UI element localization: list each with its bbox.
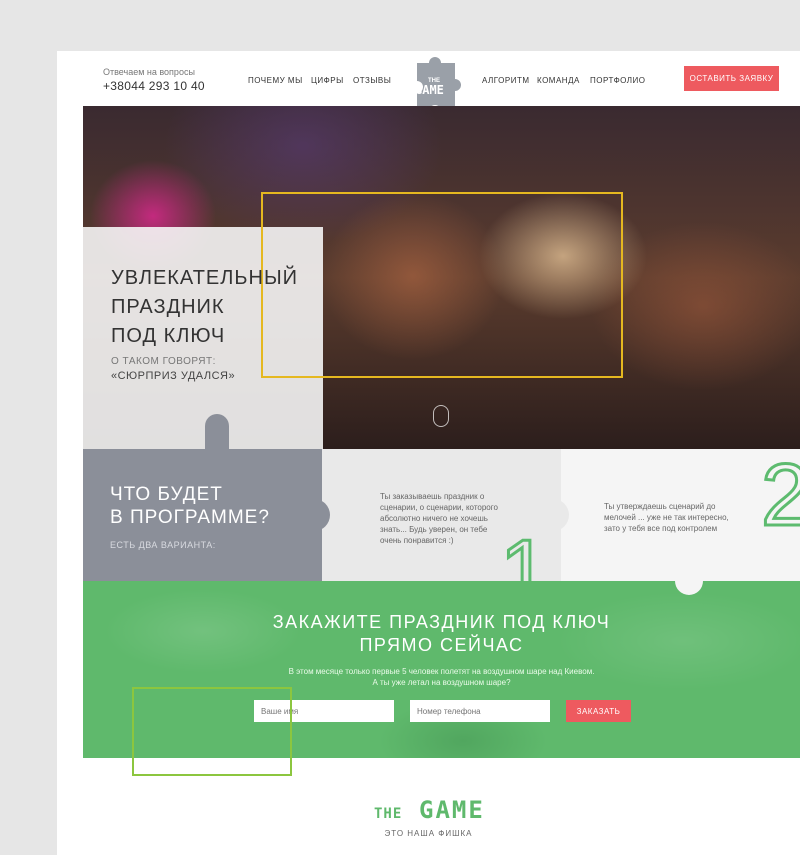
nav-team[interactable]: КОМАНДА: [537, 76, 580, 85]
order-offer-line: В этом месяце только первые 5 человек по…: [288, 667, 595, 676]
nav-why-us[interactable]: ПОЧЕМУ МЫ: [248, 76, 303, 85]
brand-tagline: ЭТО НАША ФИШКА: [384, 829, 473, 838]
option-1-number: 1: [499, 521, 551, 581]
program-title: ЧТО БУДЕТ В ПРОГРАММЕ?: [110, 483, 270, 529]
order-title: ЗАКАЖИТЕ ПРАЗДНИК ПОД КЛЮЧ ПРЯМО СЕЙЧАС: [83, 611, 800, 657]
nav-numbers[interactable]: ЦИФРЫ: [311, 76, 344, 85]
program-title-line: ЧТО БУДЕТ: [110, 484, 223, 505]
order-button[interactable]: ЗАКАЗАТЬ: [566, 700, 631, 722]
order-accent-frame: [132, 687, 292, 776]
phone-input[interactable]: [410, 700, 550, 722]
nav-algorithm[interactable]: АЛГОРИТМ: [482, 76, 530, 85]
puzzle-tab-shape: [205, 414, 229, 449]
option-2-line: зато у тебя все под контролем: [604, 524, 718, 533]
program-subtitle: ЕСТЬ ДВА ВАРИАНТА:: [110, 540, 216, 550]
logo-game-text: GAME: [415, 83, 444, 97]
hero-subtitle: О ТАКОМ ГОВОРЯТ:: [111, 356, 216, 367]
leave-request-button[interactable]: ОСТАВИТЬ ЗАЯВКУ: [684, 66, 779, 91]
option-2-card[interactable]: Ты утверждаешь сценарий до мелочей ... у…: [561, 449, 800, 581]
landing-page: Отвечаем на вопросы +38044 293 10 40 ПОЧ…: [57, 51, 800, 855]
program-panel: ЧТО БУДЕТ В ПРОГРАММЕ? ЕСТЬ ДВА ВАРИАНТА…: [83, 449, 322, 581]
hero-title: УВЛЕКАТЕЛЬНЫЙ ПРАЗДНИК ПОД КЛЮЧ: [111, 264, 321, 351]
hero-title-line: УВЛЕКАТЕЛЬНЫЙ: [111, 267, 299, 289]
hero-title-line: ПОД КЛЮЧ: [111, 325, 226, 347]
hero-photo: УВЛЕКАТЕЛЬНЫЙ ПРАЗДНИК ПОД КЛЮЧ О ТАКОМ …: [83, 106, 800, 449]
brand-game: GAME: [419, 796, 485, 824]
option-2-text: Ты утверждаешь сценарий до мелочей ... у…: [604, 501, 764, 534]
nav-reviews[interactable]: ОТЗЫВЫ: [353, 76, 391, 85]
scroll-indicator-icon[interactable]: [433, 405, 449, 427]
phone-number[interactable]: +38044 293 10 40: [103, 79, 205, 93]
hero-quote: «СЮРПРИЗ УДАЛСЯ»: [111, 370, 236, 382]
order-title-line: ЗАКАЖИТЕ ПРАЗДНИК ПОД КЛЮЧ: [272, 612, 611, 632]
hero-title-line: ПРАЗДНИК: [111, 296, 225, 318]
option-1-line: Ты заказываешь праздник о: [380, 492, 485, 501]
option-2-number: 2: [760, 449, 800, 544]
puzzle-knob-shape: [322, 501, 330, 529]
questions-label: Отвечаем на вопросы: [103, 67, 195, 77]
option-2-line: мелочей ... уже не так интересно,: [604, 513, 729, 522]
order-offer-text: В этом месяце только первые 5 человек по…: [83, 666, 800, 688]
nav-portfolio[interactable]: ПОРТФОЛИО: [590, 76, 646, 85]
option-2-line: Ты утверждаешь сценарий до: [604, 502, 716, 511]
program-title-line: В ПРОГРАММЕ?: [110, 507, 270, 528]
puzzle-knob-shape: [561, 501, 569, 529]
brand-the: THE: [374, 806, 403, 822]
option-1-card[interactable]: Ты заказываешь праздник о сценарии, о сц…: [322, 449, 561, 581]
order-title-line: ПРЯМО СЕЙЧАС: [359, 635, 524, 655]
option-1-line: сценарии, о сценарии, которого: [380, 503, 498, 512]
